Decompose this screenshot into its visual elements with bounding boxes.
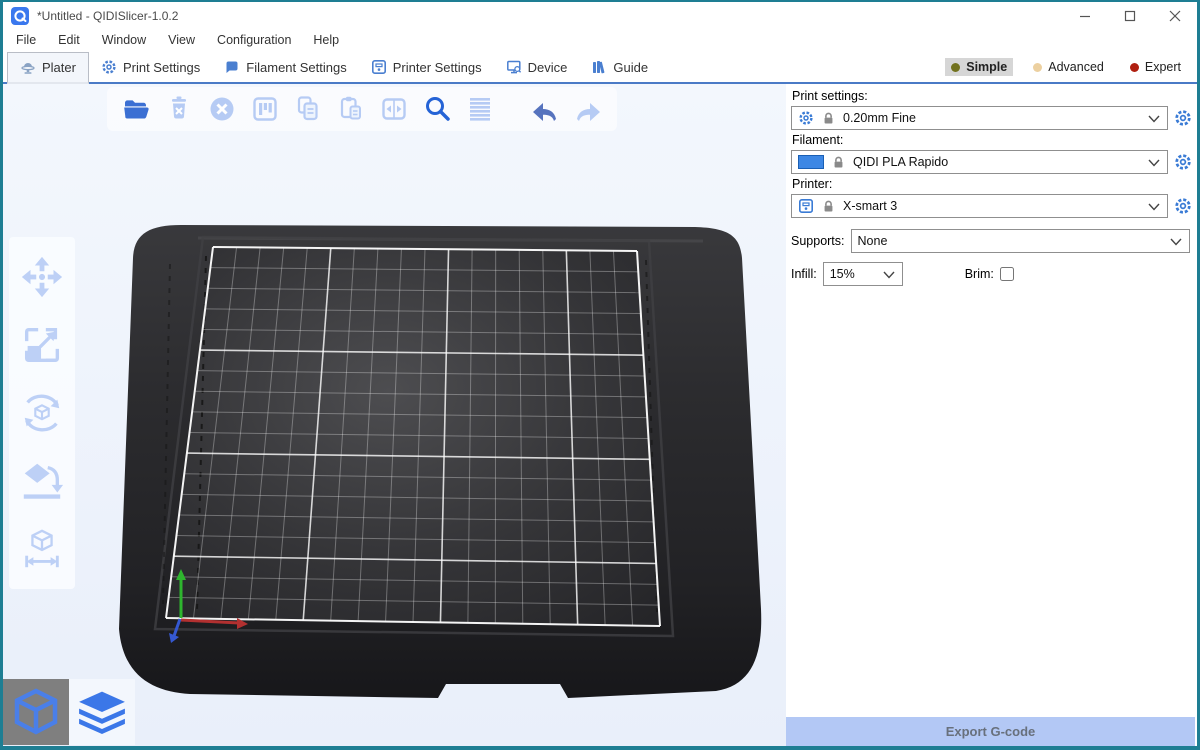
supports-combo[interactable]: None [851,229,1190,253]
brim-checkbox[interactable] [1000,267,1014,281]
preview-view-button[interactable] [69,679,135,745]
mode-dot [1033,63,1042,72]
print-settings-label: Print settings: [792,89,1193,103]
guide-books-icon [591,59,607,75]
chevron-down-icon [1170,238,1182,246]
tab-plater[interactable]: Plater [7,52,89,84]
mode-simple[interactable]: Simple [945,58,1013,76]
gear-icon [798,110,814,126]
menubar: File Edit Window View Configuration Help [3,29,1197,52]
tab-print-settings[interactable]: Print Settings [89,52,212,82]
menu-view[interactable]: View [157,29,206,52]
chevron-down-icon [1148,159,1160,167]
tabbar: Plater Print Settings Filament Settings … [3,52,1197,84]
printer-combo[interactable]: X-smart 3 [791,194,1168,218]
mode-advanced[interactable]: Advanced [1027,58,1110,76]
measure-button[interactable] [17,523,67,575]
lock-icon [821,199,836,214]
lock-icon [831,155,846,170]
arrange-button[interactable] [248,92,282,126]
printer-icon [371,59,387,75]
supports-label: Supports: [791,234,845,248]
brim-label: Brim: [965,267,994,281]
place-on-face-button[interactable] [17,455,67,507]
printer-icon [798,198,814,214]
gizmo-toolbar [9,237,75,589]
filament-color-swatch [798,155,824,169]
menu-edit[interactable]: Edit [47,29,91,52]
settings-panel: Print settings: 0.20mm Fine Filament: QI… [786,84,1197,746]
tab-filament-settings[interactable]: Filament Settings [212,52,358,82]
menu-window[interactable]: Window [91,29,157,52]
move-button[interactable] [17,251,67,303]
delete-all-button[interactable] [205,92,239,126]
filament-label: Filament: [792,133,1193,147]
window-frame: *Untitled - QIDISlicer-1.0.2 File Edit W… [3,2,1197,746]
export-gcode-button[interactable]: Export G-code [786,717,1195,746]
chevron-down-icon [1148,203,1160,211]
print-settings-gear-button[interactable] [1173,109,1193,127]
infill-combo[interactable]: 15% [823,262,903,286]
menu-configuration[interactable]: Configuration [206,29,302,52]
menu-help[interactable]: Help [302,29,350,52]
titlebar: *Untitled - QIDISlicer-1.0.2 [3,2,1197,29]
open-button[interactable] [119,92,153,126]
tab-guide[interactable]: Guide [579,52,660,82]
undo-button[interactable] [528,92,562,126]
mode-selector: Simple Advanced Expert [945,52,1197,82]
filament-icon [224,59,240,75]
lock-icon [821,111,836,126]
filament-gear-button[interactable] [1173,153,1193,171]
editor-view-button[interactable] [3,679,69,745]
print-bed [3,84,786,746]
mode-dot [951,63,960,72]
3d-viewport[interactable] [3,84,786,746]
mode-dot [1130,63,1139,72]
instances-button[interactable] [377,92,411,126]
printer-gear-button[interactable] [1173,197,1193,215]
delete-button[interactable] [162,92,196,126]
copy-button[interactable] [291,92,325,126]
gear-icon [101,59,117,75]
tab-printer-settings[interactable]: Printer Settings [359,52,494,82]
print-settings-combo[interactable]: 0.20mm Fine [791,106,1168,130]
search-button[interactable] [420,92,454,126]
mode-expert[interactable]: Expert [1124,58,1187,76]
redo-button[interactable] [571,92,605,126]
rotate-button[interactable] [17,387,67,439]
view-switch [3,679,135,745]
infill-label: Infill: [791,267,817,281]
app-window: *Untitled - QIDISlicer-1.0.2 File Edit W… [0,0,1200,750]
tab-device[interactable]: Device [494,52,580,82]
device-icon [506,59,522,75]
window-title: *Untitled - QIDISlicer-1.0.2 [37,9,178,23]
scale-button[interactable] [17,319,67,371]
close-button[interactable] [1152,2,1197,29]
viewport-toolbar [107,87,617,131]
minimize-button[interactable] [1062,2,1107,29]
filament-combo[interactable]: QIDI PLA Rapido [791,150,1168,174]
plater-icon [20,60,36,76]
chevron-down-icon [883,271,895,279]
chevron-down-icon [1148,115,1160,123]
layer-height-button[interactable] [463,92,497,126]
paste-button[interactable] [334,92,368,126]
printer-label: Printer: [792,177,1193,191]
menu-file[interactable]: File [5,29,47,52]
maximize-button[interactable] [1107,2,1152,29]
app-logo-icon [11,7,29,25]
